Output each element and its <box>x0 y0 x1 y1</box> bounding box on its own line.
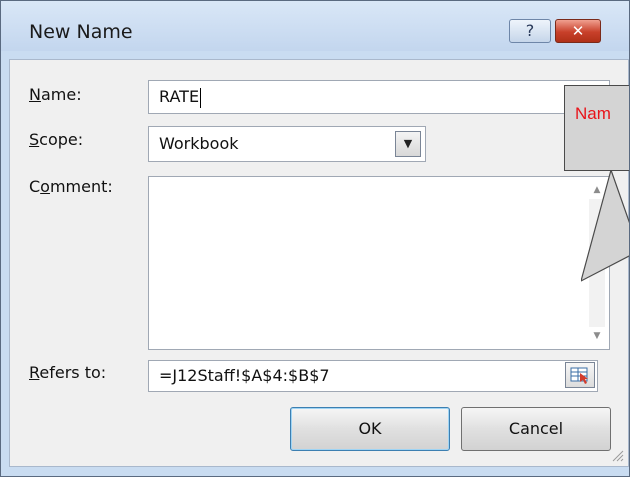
scope-label-accesskey: S <box>29 130 40 149</box>
refers-to-label: Refers to: <box>29 363 106 382</box>
refers-to-value: =J12Staff!$A$4:$B$7 <box>159 366 330 385</box>
refers-to-label-accesskey: R <box>29 363 40 382</box>
ok-button[interactable]: OK <box>290 407 450 451</box>
dialog-title: New Name <box>29 21 133 43</box>
scope-select-value: Workbook <box>159 134 239 153</box>
collapse-dialog-button[interactable] <box>565 362 595 388</box>
name-label: Name: <box>29 85 82 104</box>
new-name-dialog: New Name ? ✕ Name: RATE Scope: Workbook … <box>0 0 630 477</box>
close-button[interactable]: ✕ <box>555 19 601 43</box>
callout-pointer <box>581 169 629 282</box>
name-label-accesskey: N <box>29 85 41 104</box>
cancel-button[interactable]: Cancel <box>461 407 611 451</box>
name-input-value: RATE <box>159 87 200 106</box>
annotation-callout: Nam <box>564 85 629 171</box>
scope-select[interactable]: Workbook ▼ <box>148 126 426 162</box>
refers-to-input[interactable]: =J12Staff!$A$4:$B$7 <box>148 360 598 392</box>
comment-label-text: mment: <box>49 177 113 196</box>
callout-text: Nam <box>575 104 611 123</box>
text-caret <box>200 87 202 108</box>
name-input[interactable]: RATE <box>148 80 610 114</box>
name-label-text: ame: <box>40 85 82 104</box>
scope-label-text: cope: <box>39 130 84 149</box>
comment-textarea[interactable]: ▲ ▼ <box>148 176 610 350</box>
dialog-body: Name: RATE Scope: Workbook ▼ Comment: ▲ … <box>9 59 629 467</box>
resize-grip-icon[interactable] <box>610 448 624 462</box>
scroll-down-arrow-icon[interactable]: ▼ <box>589 328 605 344</box>
title-bar[interactable]: New Name ? ✕ <box>1 1 629 51</box>
comment-label-prefix: C <box>29 177 41 196</box>
comment-label-accesskey: o <box>40 177 50 196</box>
scope-label: Scope: <box>29 130 83 149</box>
comment-label: Comment: <box>29 177 113 196</box>
range-select-icon <box>570 367 588 384</box>
refers-to-label-text: efers to: <box>39 363 107 382</box>
chevron-down-icon[interactable]: ▼ <box>395 131 421 157</box>
help-button[interactable]: ? <box>509 19 551 43</box>
